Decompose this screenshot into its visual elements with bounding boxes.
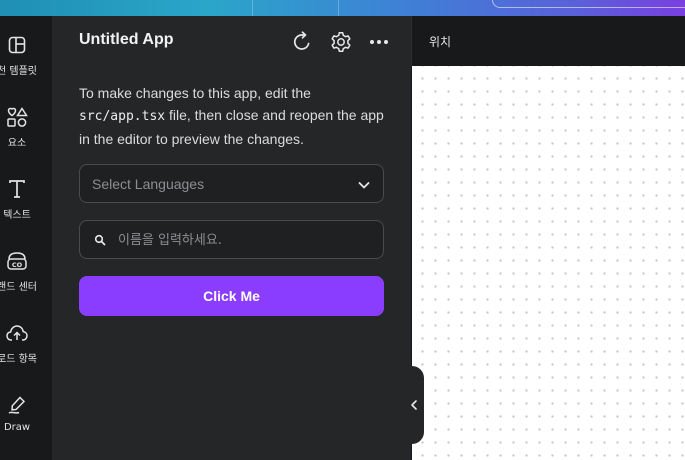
rail-item-uploads[interactable]: 로드 항목	[0, 320, 52, 380]
rail-item-label: 랜드 센터	[0, 282, 37, 293]
brand-icon: CO	[0, 248, 34, 274]
design-canvas[interactable]	[412, 66, 685, 460]
draw-icon	[0, 392, 34, 418]
text-icon	[0, 176, 34, 202]
app-panel: Untitled App To make changes to this app…	[52, 16, 411, 460]
search-icon	[94, 234, 106, 246]
upload-icon	[0, 320, 34, 346]
side-rail: 천 템플릿 요소 텍스트 CO 랜드 센터 로드 항목 Draw	[0, 16, 52, 460]
position-label[interactable]: 위치	[429, 33, 451, 50]
rail-item-label: 천 템플릿	[0, 66, 37, 77]
refresh-button[interactable]	[290, 30, 314, 54]
description-text-before: To make changes to this app, edit the	[79, 85, 311, 101]
rail-item-label: 로드 항목	[0, 354, 37, 365]
layout-icon	[0, 32, 34, 58]
chevron-left-icon	[411, 400, 417, 410]
canvas-header: 위치	[411, 16, 685, 66]
toolbar-pill-button[interactable]	[492, 0, 685, 8]
rail-item-label: 텍스트	[3, 210, 31, 221]
app-description: To make changes to this app, edit the sr…	[79, 82, 389, 150]
rail-item-draw[interactable]: Draw	[0, 392, 52, 452]
name-search-box	[79, 220, 384, 259]
refresh-icon	[293, 31, 310, 50]
panel-header: Untitled App	[52, 16, 411, 68]
settings-button[interactable]	[329, 30, 353, 54]
app-title: Untitled App	[79, 31, 174, 48]
name-input[interactable]	[118, 229, 368, 251]
rail-item-label: 요소	[7, 138, 27, 149]
description-file-path: src/app.tsx	[79, 109, 166, 124]
chevron-down-icon	[358, 182, 370, 189]
language-select[interactable]: Select Languages	[79, 164, 384, 203]
rail-item-elements[interactable]: 요소	[0, 104, 52, 164]
more-icon	[370, 40, 388, 44]
language-select-placeholder: Select Languages	[92, 176, 205, 192]
rail-item-templates[interactable]: 천 템플릿	[0, 32, 52, 92]
rail-item-text[interactable]: 텍스트	[0, 176, 52, 236]
rail-item-label: Draw	[3, 422, 31, 433]
settings-icon	[331, 32, 351, 52]
toolbar-divider	[252, 0, 253, 16]
top-toolbar-strip	[0, 0, 685, 16]
svg-text:CO: CO	[12, 261, 23, 269]
click-me-button[interactable]: Click Me	[79, 276, 384, 316]
more-options-button[interactable]	[367, 30, 391, 54]
collapse-panel-button[interactable]	[404, 366, 424, 444]
rail-item-brand[interactable]: CO 랜드 센터	[0, 248, 52, 308]
elements-icon	[0, 104, 34, 130]
toolbar-divider	[338, 0, 339, 16]
